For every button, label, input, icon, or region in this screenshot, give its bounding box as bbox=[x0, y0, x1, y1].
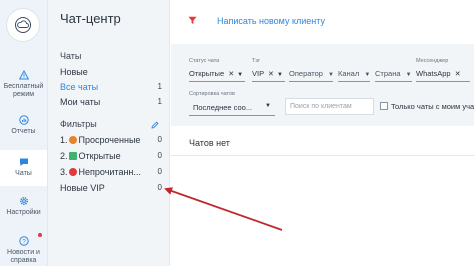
channel-filter-underline bbox=[338, 81, 370, 82]
help-circle-icon: ? bbox=[18, 236, 29, 246]
messenger-filter[interactable]: WhatsApp ✕ bbox=[416, 69, 461, 78]
logo[interactable] bbox=[6, 8, 40, 42]
sort-label: Сортировка чатов bbox=[189, 91, 235, 97]
chevron-down-icon: ▼ bbox=[265, 103, 271, 109]
tag-filter-value: VIP bbox=[252, 69, 264, 78]
panel-title: Чат-центр bbox=[60, 11, 121, 26]
messenger-filter-underline bbox=[416, 81, 470, 82]
filter-item-open-label: Открытые bbox=[78, 151, 121, 161]
status-filter-label: Статус чата bbox=[189, 58, 220, 64]
filters-section-heading: Фильтры bbox=[60, 119, 97, 129]
status-filter-underline bbox=[189, 81, 245, 82]
nav-item-new-label: Новые bbox=[60, 67, 88, 77]
filter-item-overdue[interactable]: 1. Просроченные 0 bbox=[60, 135, 162, 145]
rail-item-free-mode[interactable]: Бесплатный режим bbox=[0, 70, 47, 99]
messenger-filter-value: WhatsApp bbox=[416, 69, 451, 78]
filter-item-unread[interactable]: 3. Непрочитанн... 0 bbox=[60, 167, 162, 177]
clear-icon[interactable]: ✕ bbox=[228, 71, 234, 78]
only-my-chats-label: Только чаты с моим участ bbox=[391, 102, 474, 111]
nav-item-all-chats-count: 1 bbox=[157, 82, 162, 91]
operator-filter[interactable]: Оператор ▼ bbox=[289, 69, 334, 78]
nav-item-my-chats-count: 1 bbox=[157, 97, 162, 106]
country-filter[interactable]: Страна ▼ bbox=[375, 69, 412, 78]
filter-item-new-vip-label: Новые VIP bbox=[60, 183, 105, 193]
new-client-message-link[interactable]: Написать новому клиенту bbox=[217, 16, 325, 26]
chevron-down-icon: ▼ bbox=[364, 72, 371, 78]
svg-text:?: ? bbox=[22, 238, 26, 245]
filter-item-overdue-prefix: 1. bbox=[60, 135, 68, 145]
funnel-filter-icon[interactable] bbox=[188, 16, 197, 25]
channel-filter[interactable]: Канал ▼ bbox=[338, 69, 370, 78]
rail-item-reports[interactable]: Отчеты bbox=[0, 115, 47, 136]
rail-label-settings: Настройки bbox=[6, 209, 41, 216]
check-square-icon bbox=[68, 152, 77, 160]
chevron-down-icon: ▼ bbox=[405, 72, 412, 78]
chats-section-heading: Чаты bbox=[60, 51, 82, 61]
red-circle-icon bbox=[68, 168, 77, 176]
nav-item-all-chats[interactable]: Все чаты 1 bbox=[60, 82, 162, 92]
rail-label-news-help: Новости и справка bbox=[7, 249, 40, 264]
sort-select-value: Последнее соо... bbox=[193, 103, 253, 112]
tag-filter-label: Тэг bbox=[252, 58, 261, 64]
filter-item-open-prefix: 2. bbox=[60, 151, 68, 161]
chart-icon bbox=[18, 115, 29, 125]
rail-item-chats[interactable]: Чаты bbox=[0, 150, 47, 186]
only-my-chats-checkbox[interactable] bbox=[380, 102, 388, 110]
chevron-down-icon: ▼ bbox=[277, 72, 283, 78]
filter-item-unread-count: 0 bbox=[157, 167, 162, 176]
rail-label-chats: Чаты bbox=[15, 170, 32, 177]
clear-icon[interactable]: ✕ bbox=[455, 71, 461, 78]
nav-item-all-chats-label: Все чаты bbox=[60, 82, 99, 92]
warning-triangle-icon bbox=[18, 70, 29, 80]
nav-rail: Бесплатный режим Отчеты Чаты Настройки ?… bbox=[0, 0, 48, 266]
chevron-down-icon: ▼ bbox=[328, 72, 334, 78]
chevron-down-icon: ▼ bbox=[237, 72, 244, 78]
status-filter-value: Открытые bbox=[189, 69, 225, 78]
chat-bubble-icon bbox=[19, 158, 28, 166]
messenger-filter-label: Мессенджер bbox=[416, 58, 449, 64]
rail-item-settings[interactable]: Настройки bbox=[0, 196, 47, 217]
filter-item-open-count: 0 bbox=[157, 151, 162, 160]
sort-select[interactable]: Последнее соо... ▼ bbox=[189, 98, 275, 115]
nav-item-my-chats-label: Мои чаты bbox=[60, 97, 101, 107]
nav-item-new[interactable]: Новые bbox=[60, 67, 162, 77]
status-filter[interactable]: Открытые ✕ ▼ bbox=[189, 69, 243, 78]
fire-icon bbox=[68, 136, 77, 144]
gear-icon bbox=[19, 196, 28, 206]
filter-item-overdue-label: Просроченные bbox=[78, 135, 141, 145]
empty-state-text: Чатов нет bbox=[189, 138, 230, 148]
tag-filter[interactable]: VIP ✕ ▼ bbox=[252, 69, 283, 78]
channel-filter-placeholder: Канал bbox=[338, 69, 360, 78]
country-filter-placeholder: Страна bbox=[375, 69, 401, 78]
divider bbox=[171, 155, 474, 156]
filter-item-new-vip-count: 0 bbox=[157, 183, 162, 192]
edit-pencil-icon[interactable] bbox=[151, 121, 159, 129]
sort-select-underline bbox=[189, 115, 275, 116]
operator-filter-underline bbox=[289, 81, 333, 82]
chat-center-panel: Чат-центр Чаты Новые Все чаты 1 Мои чаты… bbox=[48, 0, 170, 266]
filter-item-open[interactable]: 2. Открытые 0 bbox=[60, 151, 162, 161]
operator-filter-placeholder: Оператор bbox=[289, 69, 323, 78]
tag-filter-underline bbox=[252, 81, 285, 82]
country-filter-underline bbox=[375, 81, 412, 82]
filter-item-unread-prefix: 3. bbox=[60, 167, 68, 177]
rail-item-news-help[interactable]: ? Новости и справка bbox=[0, 236, 47, 265]
rail-label-reports: Отчеты bbox=[11, 128, 36, 135]
filter-item-new-vip[interactable]: Новые VIP 0 bbox=[60, 183, 162, 193]
cloud-logo-icon bbox=[15, 17, 31, 33]
main-area: Написать новому клиенту Статус чата Откр… bbox=[171, 0, 474, 266]
notification-dot bbox=[38, 233, 42, 237]
top-bar: Написать новому клиенту bbox=[171, 0, 474, 44]
filter-item-unread-label: Непрочитанн... bbox=[78, 167, 141, 177]
rail-label-free-mode: Бесплатный режим bbox=[3, 83, 44, 98]
filter-item-overdue-count: 0 bbox=[157, 135, 162, 144]
clear-icon[interactable]: ✕ bbox=[268, 71, 274, 78]
client-search-input[interactable]: Поиск по клиентам bbox=[285, 98, 374, 115]
nav-item-my-chats[interactable]: Мои чаты 1 bbox=[60, 97, 162, 107]
